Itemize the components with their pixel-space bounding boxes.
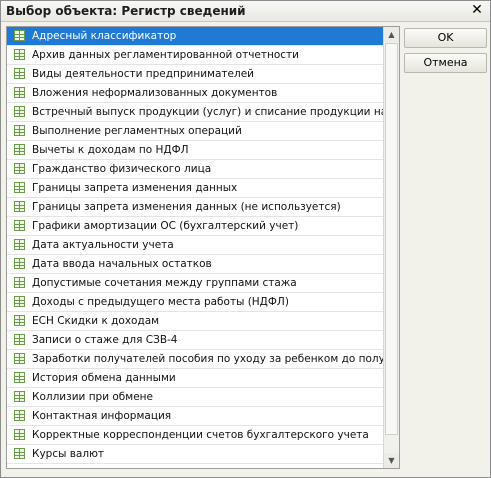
table-register-icon <box>14 125 25 136</box>
table-register-icon <box>14 201 25 212</box>
list-item[interactable]: Гражданство физического лица <box>7 160 384 179</box>
list-item-label: Встречный выпуск продукции (услуг) и спи… <box>32 106 384 118</box>
table-register-icon <box>14 448 25 459</box>
cancel-button[interactable]: Отмена <box>404 53 487 73</box>
list-item-label: Адресный классификатор <box>32 30 177 42</box>
list-item[interactable]: Вложения неформализованных документов <box>7 84 384 103</box>
list-item-label: Доходы с предыдущего места работы (НДФЛ) <box>32 296 289 308</box>
list-item[interactable]: Доходы с предыдущего места работы (НДФЛ) <box>7 293 384 312</box>
table-register-icon <box>14 182 25 193</box>
list-item[interactable]: Встречный выпуск продукции (услуг) и спи… <box>7 103 384 122</box>
list-item-label: Допустимые сочетания между группами стаж… <box>32 277 297 289</box>
list-item-label: Контактная информация <box>32 410 172 422</box>
list-item[interactable]: Заработки получателей пособия по уходу з… <box>7 350 384 369</box>
table-register-icon <box>14 353 25 364</box>
list-item-label: Заработки получателей пособия по уходу з… <box>32 353 384 365</box>
scroll-down-icon[interactable]: ▼ <box>384 453 399 468</box>
table-register-icon <box>14 49 25 60</box>
list-item[interactable]: Курсы валют <box>7 445 384 464</box>
list-item[interactable]: Границы запрета изменения данных <box>7 179 384 198</box>
register-list[interactable]: Адресный классификатор Архив данных регла… <box>6 26 400 469</box>
list-item-label: Записи о стаже для СЗВ-4 <box>32 334 178 346</box>
table-register-icon <box>14 410 25 421</box>
list-item[interactable]: Адресный классификатор <box>7 27 384 46</box>
table-register-icon <box>14 296 25 307</box>
table-register-icon <box>14 277 25 288</box>
scroll-thumb[interactable] <box>385 43 398 435</box>
list-item[interactable]: Дата актуальности учета <box>7 236 384 255</box>
list-item-label: Виды деятельности предпринимателей <box>32 68 254 80</box>
list-item-label: Границы запрета изменения данных <box>32 182 238 194</box>
list-item[interactable]: Контактная информация <box>7 407 384 426</box>
list-item[interactable]: Дата ввода начальных остатков <box>7 255 384 274</box>
list-item[interactable]: История обмена данными <box>7 369 384 388</box>
table-register-icon <box>14 429 25 440</box>
list-item-label: Границы запрета изменения данных (не исп… <box>32 201 341 213</box>
list-item-label: Дата ввода начальных остатков <box>32 258 212 270</box>
table-register-icon <box>14 144 25 155</box>
vertical-scrollbar[interactable]: ▲ ▼ <box>383 27 399 468</box>
list-item-label: Коллизии при обмене <box>32 391 153 403</box>
table-register-icon <box>14 68 25 79</box>
table-register-icon <box>14 106 25 117</box>
list-item-label: История обмена данными <box>32 372 176 384</box>
list-item[interactable]: Выполнение регламентных операций <box>7 122 384 141</box>
list-item-label: Выполнение регламентных операций <box>32 125 242 137</box>
scroll-up-icon[interactable]: ▲ <box>384 27 399 42</box>
table-register-icon <box>14 163 25 174</box>
list-item-label: Графики амортизации ОС (бухгалтерский уч… <box>32 220 299 232</box>
ok-button[interactable]: OK <box>404 28 487 48</box>
list-item[interactable]: Допустимые сочетания между группами стаж… <box>7 274 384 293</box>
table-register-icon <box>14 220 25 231</box>
close-icon[interactable]: ✕ <box>469 2 485 18</box>
title-bar: Выбор объекта: Регистр сведений ✕ <box>1 1 490 22</box>
table-register-icon <box>14 30 25 41</box>
list-item-label: Курсы валют <box>32 448 105 460</box>
table-register-icon <box>14 239 25 250</box>
list-item-label: Архив данных регламентированной отчетнос… <box>32 49 300 61</box>
list-item-label: Дата актуальности учета <box>32 239 174 251</box>
list-item[interactable]: Графики амортизации ОС (бухгалтерский уч… <box>7 217 384 236</box>
table-register-icon <box>14 372 25 383</box>
table-register-icon <box>14 87 25 98</box>
list-item[interactable]: Корректные корреспонденции счетов бухгал… <box>7 426 384 445</box>
list-item-label: Корректные корреспонденции счетов бухгал… <box>32 429 369 441</box>
table-register-icon <box>14 315 25 326</box>
list-item[interactable]: Записи о стаже для СЗВ-4 <box>7 331 384 350</box>
list-item-label: Гражданство физического лица <box>32 163 212 175</box>
window-title: Выбор объекта: Регистр сведений <box>6 4 246 18</box>
list-item[interactable]: Архив данных регламентированной отчетнос… <box>7 46 384 65</box>
list-item-label: Вычеты к доходам по НДФЛ <box>32 144 189 156</box>
list-item[interactable]: Вычеты к доходам по НДФЛ <box>7 141 384 160</box>
table-register-icon <box>14 334 25 345</box>
list-item-label: Вложения неформализованных документов <box>32 87 278 99</box>
list-item[interactable]: Виды деятельности предпринимателей <box>7 65 384 84</box>
table-register-icon <box>14 391 25 402</box>
table-register-icon <box>14 258 25 269</box>
object-selection-dialog: Выбор объекта: Регистр сведений ✕ Адресн… <box>0 0 491 478</box>
list-item[interactable]: Коллизии при обмене <box>7 388 384 407</box>
list-item-label: ЕСН Скидки к доходам <box>32 315 160 327</box>
list-rows: Адресный классификатор Архив данных регла… <box>7 27 384 468</box>
list-item[interactable]: ЕСН Скидки к доходам <box>7 312 384 331</box>
list-item[interactable]: Границы запрета изменения данных (не исп… <box>7 198 384 217</box>
